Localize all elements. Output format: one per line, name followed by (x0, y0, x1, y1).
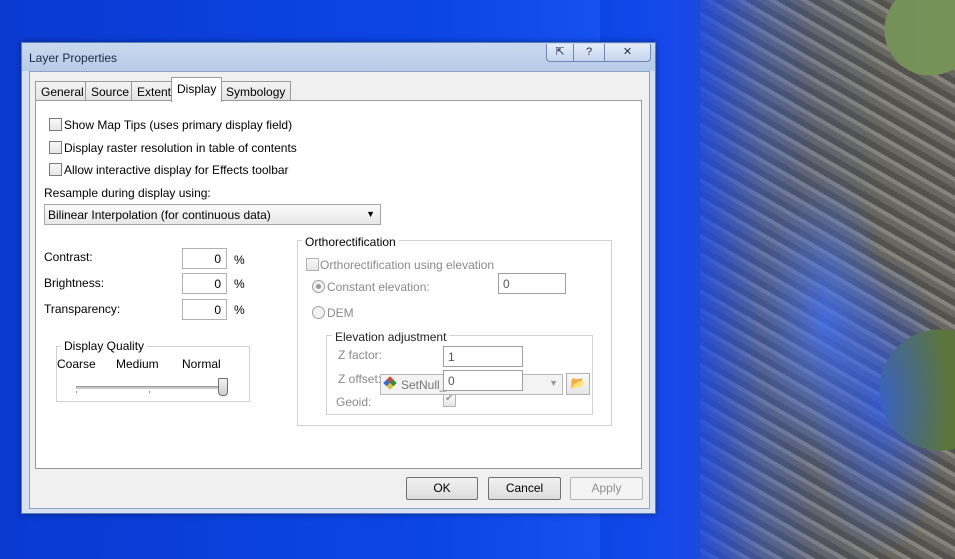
quality-slider-track[interactable] (76, 386, 226, 389)
cancel-button[interactable]: Cancel (488, 477, 561, 500)
dem-radio[interactable] (312, 306, 325, 319)
interactive-effects-label: Allow interactive display for Effects to… (64, 163, 289, 177)
display-quality-title: Display Quality (61, 339, 148, 353)
transparency-label: Transparency: (44, 302, 121, 316)
tab-source[interactable]: Source (85, 81, 136, 101)
transparency-input[interactable]: 0 (182, 299, 227, 320)
zoffset-label: Z offset: (338, 372, 382, 386)
close-button[interactable]: ✕ (604, 44, 651, 62)
blue-overlay (810, 250, 950, 559)
layer-properties-dialog: Layer Properties ⇱ ? ✕ General Source Ex… (21, 42, 656, 514)
raster-resolution-checkbox[interactable] (49, 141, 62, 154)
ortho-elevation-checkbox[interactable] (306, 258, 319, 271)
contrast-percent: % (234, 253, 245, 267)
constant-elevation-value: 0 (503, 277, 510, 291)
tab-symbology[interactable]: Symbology (220, 81, 292, 101)
restore-icon[interactable]: ⇱ (546, 44, 574, 62)
zfactor-label: Z factor: (338, 348, 383, 362)
constant-elevation-radio[interactable] (312, 280, 325, 293)
resample-dropdown[interactable]: Bilinear Interpolation (for continuous d… (44, 204, 381, 225)
tab-general[interactable]: General (35, 81, 90, 101)
ok-button[interactable]: OK (406, 477, 478, 500)
geoid-label: Geoid: (336, 395, 372, 409)
constant-elevation-label: Constant elevation: (327, 280, 430, 294)
zfactor-input[interactable]: 1 (443, 346, 523, 367)
apply-button[interactable]: Apply (570, 477, 643, 500)
dialog-client: General Source Extent Display Symbology … (29, 71, 650, 509)
orthorectification-title: Orthorectification (302, 235, 399, 249)
brightness-value: 0 (214, 277, 221, 291)
quality-normal-label: Normal (182, 357, 221, 371)
quality-slider-thumb[interactable] (218, 378, 228, 396)
contrast-label: Contrast: (44, 250, 93, 264)
quality-medium-label: Medium (116, 357, 159, 371)
raster-resolution-label: Display raster resolution in table of co… (64, 141, 297, 155)
display-tab-panel: Show Map Tips (uses primary display fiel… (35, 100, 642, 469)
tab-display[interactable]: Display (171, 77, 223, 102)
brightness-label: Brightness: (44, 276, 105, 290)
dialog-title: Layer Properties (29, 51, 118, 65)
chevron-down-icon: ▼ (366, 209, 375, 219)
help-button[interactable]: ? (573, 44, 605, 62)
show-map-tips-checkbox[interactable] (49, 118, 62, 131)
slider-tick (76, 391, 77, 393)
dem-label: DEM (327, 306, 354, 320)
zfactor-value: 1 (448, 350, 455, 364)
slider-tick (149, 391, 150, 393)
geoid-checkbox[interactable]: ✔ (443, 393, 456, 407)
transparency-percent: % (234, 303, 245, 317)
ortho-elevation-label: Orthorectification using elevation (320, 258, 495, 272)
zoffset-input[interactable]: 0 (443, 370, 523, 391)
transparency-value: 0 (214, 303, 221, 317)
contrast-value: 0 (214, 252, 221, 266)
zoffset-value: 0 (448, 374, 455, 388)
interactive-effects-checkbox[interactable] (49, 163, 62, 176)
show-map-tips-label: Show Map Tips (uses primary display fiel… (64, 118, 293, 132)
constant-elevation-input[interactable]: 0 (498, 273, 566, 294)
resample-label: Resample during display using: (44, 186, 211, 200)
resample-value: Bilinear Interpolation (for continuous d… (48, 208, 271, 222)
contrast-input[interactable]: 0 (182, 248, 227, 269)
brightness-input[interactable]: 0 (182, 273, 227, 294)
elevation-adjustment-title: Elevation adjustment (332, 330, 450, 344)
quality-coarse-label: Coarse (57, 357, 96, 371)
checkmark-icon: ✔ (445, 393, 454, 404)
title-bar[interactable]: Layer Properties ⇱ ? ✕ (22, 43, 655, 71)
brightness-percent: % (234, 277, 245, 291)
